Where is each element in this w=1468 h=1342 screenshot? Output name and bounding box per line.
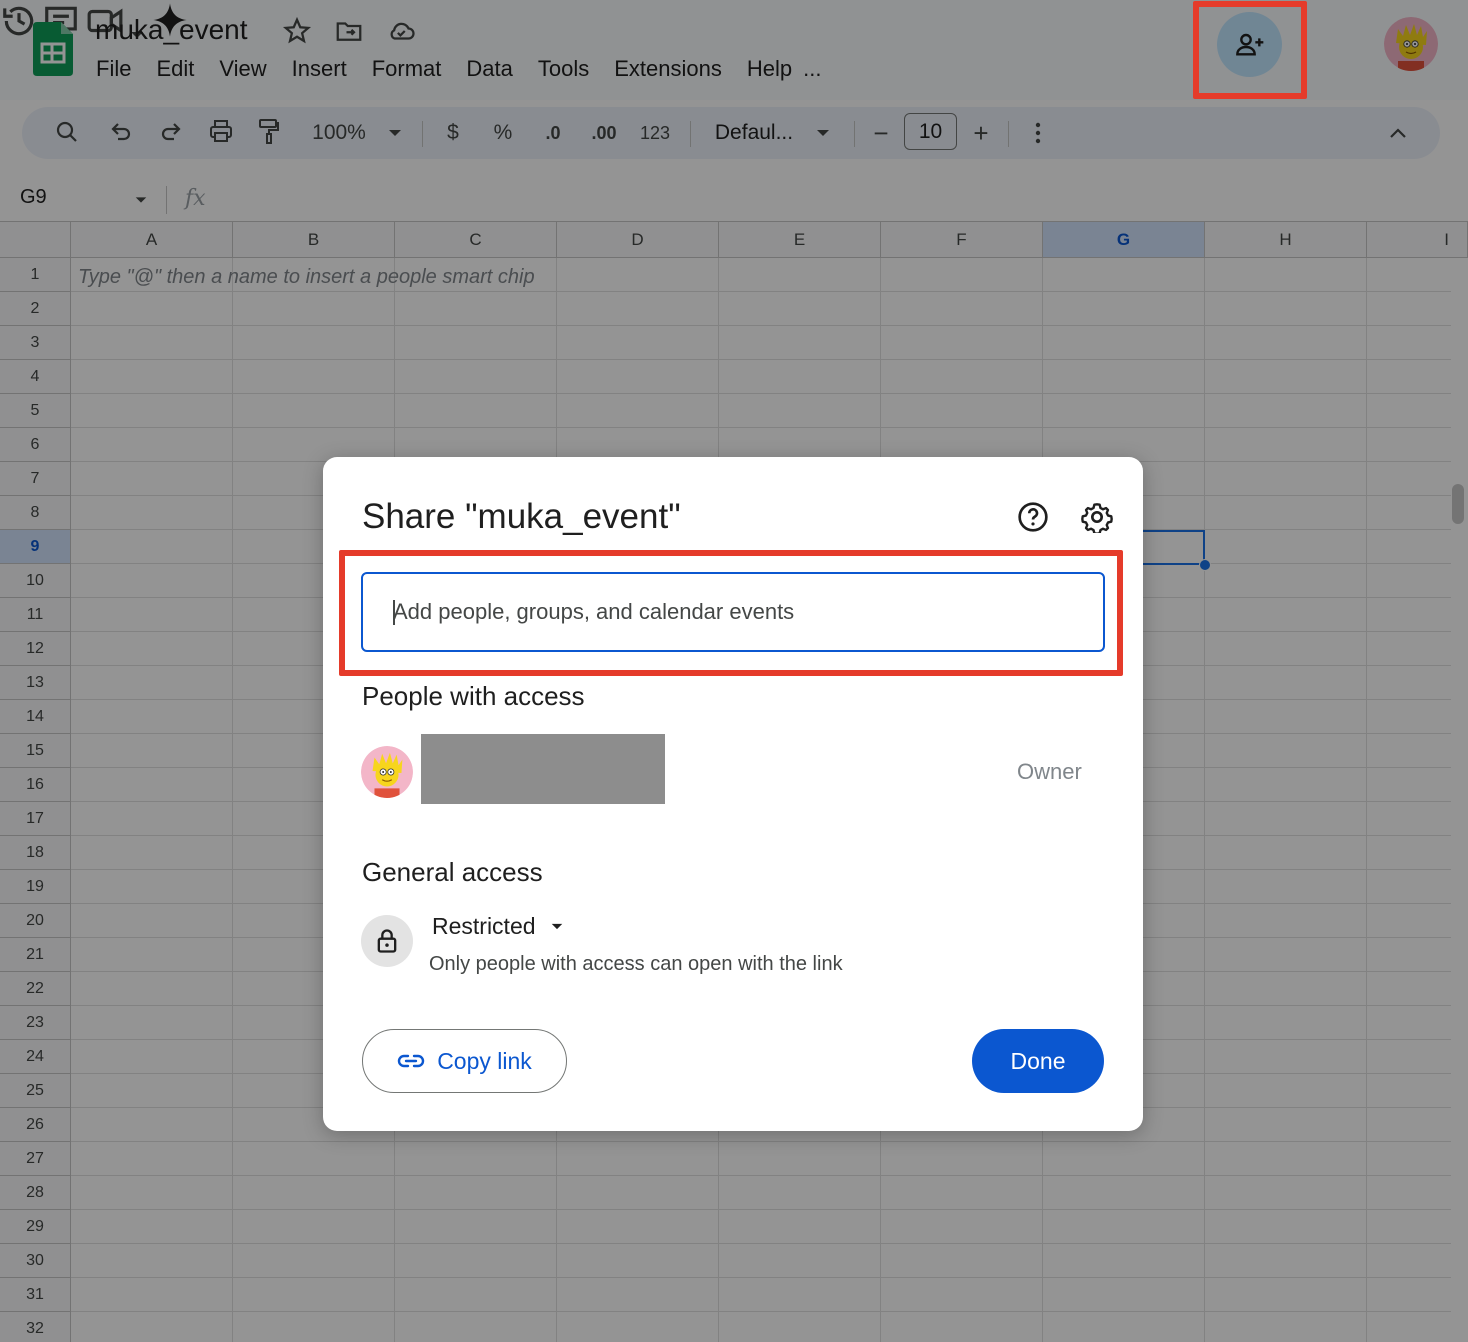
link-icon [398, 1054, 425, 1068]
settings-gear-icon[interactable] [1081, 501, 1113, 533]
add-people-input-highlight [339, 550, 1123, 676]
owner-role-label: Owner [1017, 759, 1082, 784]
done-button[interactable]: Done [972, 1029, 1104, 1093]
share-dialog-title: Share "muka_event" [362, 497, 681, 536]
access-level-value: Restricted [432, 913, 536, 939]
people-with-access-heading: People with access [362, 681, 585, 711]
access-description: Only people with access can open with th… [429, 953, 843, 975]
access-dropdown-icon [551, 923, 562, 930]
copy-link-button[interactable]: Copy link [362, 1029, 567, 1093]
share-button-highlight [1193, 1, 1307, 99]
redacted-owner-info [421, 734, 665, 804]
copy-link-label: Copy link [437, 1047, 532, 1074]
general-access-heading: General access [362, 857, 543, 887]
access-level-select[interactable]: Restricted [432, 913, 564, 940]
help-icon[interactable] [1017, 501, 1049, 533]
lock-icon [377, 929, 397, 953]
owner-avatar [361, 746, 413, 798]
lock-badge [361, 915, 413, 967]
